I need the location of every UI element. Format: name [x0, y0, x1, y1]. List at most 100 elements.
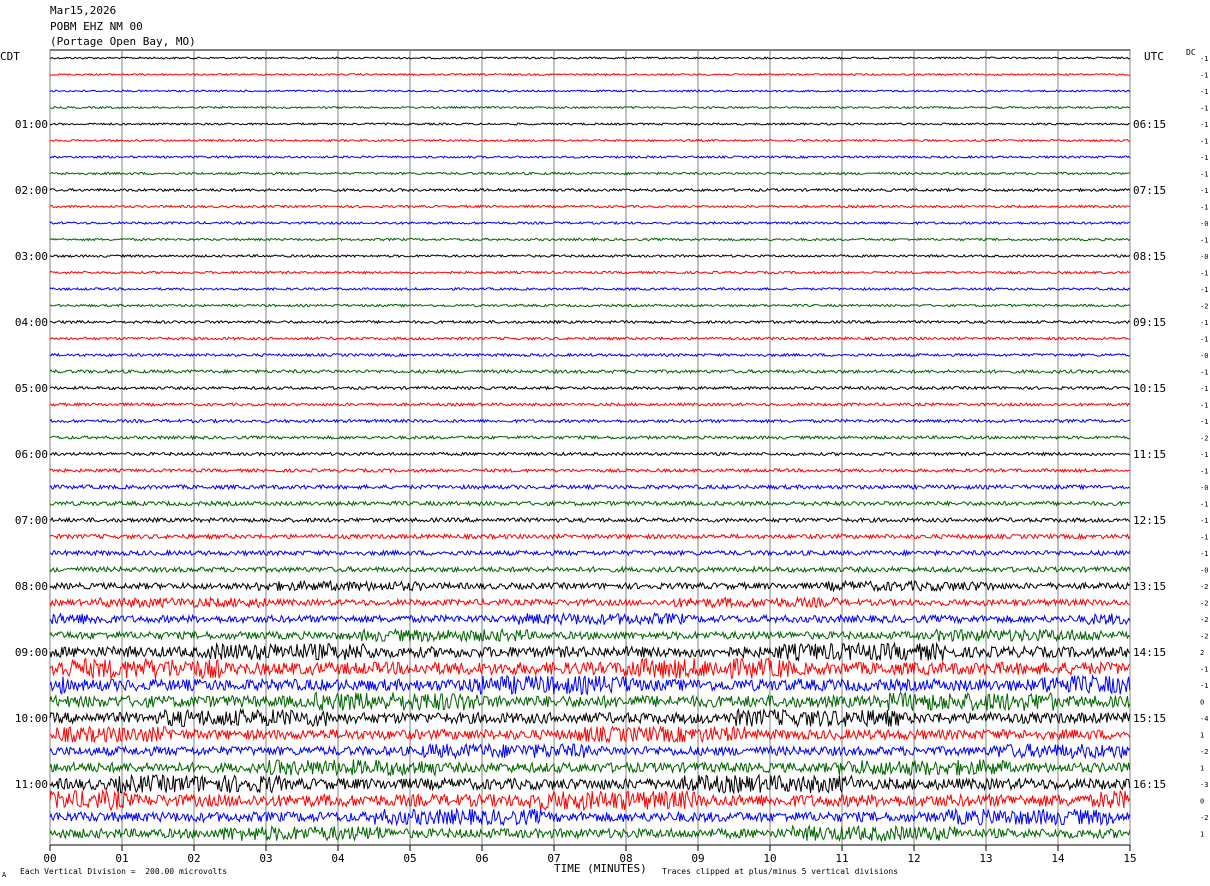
- dc-offset-label: -1: [1200, 319, 1208, 327]
- trace-row: [49, 611, 1131, 627]
- right-hour-label: 06:15: [1133, 118, 1166, 131]
- corner-mark: A: [2, 871, 7, 879]
- trace-row: [49, 237, 1131, 242]
- dc-offset-label: -0: [1200, 352, 1208, 360]
- trace-row: [49, 759, 1131, 778]
- trace-row: [49, 368, 1130, 375]
- trace-row: [49, 579, 1131, 593]
- trace-row: [49, 565, 1131, 574]
- trace-row: [49, 532, 1131, 541]
- left-hour-label: 08:00: [15, 580, 48, 593]
- x-tick-label: 14: [1051, 852, 1065, 865]
- dc-offset-label: -2: [1200, 303, 1208, 311]
- trace-row: [49, 789, 1131, 812]
- trace-row: [49, 516, 1131, 524]
- dc-offset-label: -1: [1200, 171, 1208, 179]
- dc-offset-label: -1: [1200, 88, 1208, 96]
- right-hour-label: 09:15: [1133, 316, 1166, 329]
- dc-offset-label: 1: [1200, 831, 1204, 839]
- dc-offset-label: -1: [1200, 105, 1208, 113]
- dc-offset-label: -1: [1200, 187, 1208, 195]
- trace-row: [49, 483, 1131, 491]
- dc-offset-label: 0: [1200, 798, 1204, 806]
- dc-offset-label: -1: [1200, 154, 1208, 162]
- dc-offset-label: 2: [1200, 649, 1204, 657]
- trace-row: [49, 270, 1130, 275]
- dc-offset-label: 1: [1200, 732, 1204, 740]
- dc-offset-label: -1: [1200, 451, 1208, 459]
- trace-row: [49, 499, 1131, 508]
- dc-offset-label: -0: [1200, 567, 1208, 575]
- trace-row: [49, 385, 1131, 391]
- dc-offset-label: 0: [1200, 699, 1204, 707]
- dc-offset-label: -1: [1200, 369, 1208, 377]
- dc-offset-label: -2: [1200, 814, 1208, 822]
- dc-offset-label: -1: [1200, 402, 1208, 410]
- right-hour-label: 11:15: [1133, 448, 1166, 461]
- trace-row: [49, 138, 1130, 143]
- x-tick-label: 15: [1123, 852, 1136, 865]
- dc-offset-label: -2: [1200, 600, 1208, 608]
- seismogram-chart: 00 01 02 03 04 05 06 07 08 09 10 11 12 13 14 15-1-1-1-1…: [15, 49, 1208, 865]
- trace-row: [49, 220, 1130, 226]
- trace-row: [49, 595, 1130, 609]
- seismic-traces: [49, 56, 1131, 843]
- right-hour-label: 14:15: [1133, 646, 1166, 659]
- trace-row: [49, 204, 1130, 209]
- trace-row: [49, 72, 1130, 77]
- trace-row: [49, 155, 1131, 159]
- trace-row: [49, 286, 1131, 292]
- x-tick-label: 12: [907, 852, 920, 865]
- trace-row: [49, 434, 1131, 441]
- right-hour-label: 15:15: [1133, 712, 1166, 725]
- trace-row: [49, 707, 1131, 729]
- trace-row: [49, 641, 1131, 663]
- trace-row: [49, 187, 1131, 193]
- dc-offset-label: -1: [1200, 682, 1208, 690]
- x-tick-label: 02: [187, 852, 200, 865]
- trace-row: [49, 418, 1131, 424]
- dc-offset-label: 1: [1200, 765, 1204, 773]
- dc-offset-label: -4: [1200, 715, 1208, 723]
- x-tick-label: 10: [763, 852, 776, 865]
- left-hour-label: 02:00: [15, 184, 48, 197]
- dc-offset-label: -1: [1200, 517, 1208, 525]
- right-hour-label: 13:15: [1133, 580, 1166, 593]
- dc-offset-label: -1: [1200, 534, 1208, 542]
- x-tick-label: 06: [475, 852, 488, 865]
- scale-note: Each Vertical Division = 200.00 microvol…: [20, 867, 228, 876]
- left-hour-label: 10:00: [15, 712, 48, 725]
- right-hour-label: 10:15: [1133, 382, 1166, 395]
- trace-row: [49, 122, 1131, 126]
- left-hour-label: 07:00: [15, 514, 48, 527]
- x-axis-title: TIME (MINUTES): [554, 862, 647, 875]
- clip-note: Traces clipped at plus/minus 5 vertical …: [662, 867, 899, 876]
- trace-row: [49, 467, 1130, 474]
- trace-row: [49, 171, 1131, 176]
- trace-row: [49, 352, 1130, 358]
- left-hour-label: 11:00: [15, 778, 48, 791]
- dc-offset-label: -2: [1200, 616, 1208, 624]
- trace-row: [49, 691, 1131, 712]
- x-tick-label: 05: [403, 852, 416, 865]
- dc-offset-label: -0: [1200, 484, 1208, 492]
- dc-offset-label: -1: [1200, 286, 1208, 294]
- trace-row: [49, 105, 1130, 110]
- x-tick-label: 01: [115, 852, 128, 865]
- dc-offset-label: -2: [1200, 633, 1208, 641]
- dc-offset-label: -1: [1200, 237, 1208, 245]
- dc-offset-label: -1: [1200, 418, 1208, 426]
- left-hour-label: 03:00: [15, 250, 48, 263]
- left-hour-label: 06:00: [15, 448, 48, 461]
- trace-row: [49, 303, 1131, 308]
- trace-row: [50, 253, 1131, 259]
- dc-offset-label: -1: [1200, 138, 1208, 146]
- right-hour-label: 12:15: [1133, 514, 1166, 527]
- trace-row: [49, 742, 1131, 760]
- x-tick-label: 00: [43, 852, 56, 865]
- trace-row: [49, 627, 1131, 643]
- trace-row: [49, 657, 1131, 681]
- dc-offset-label: -1: [1200, 72, 1208, 80]
- x-tick-label: 11: [835, 852, 848, 865]
- left-hour-label: 01:00: [15, 118, 48, 131]
